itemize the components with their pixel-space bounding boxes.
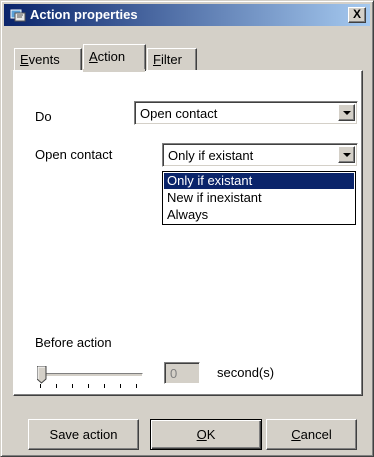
do-label: Do: [35, 109, 52, 124]
tab-filter-mnemonic: F: [153, 52, 161, 67]
title-bar[interactable]: Action properties X: [4, 4, 370, 26]
chevron-down-icon[interactable]: [338, 146, 355, 163]
active-tab-join: [83, 69, 145, 72]
close-icon[interactable]: X: [348, 7, 366, 23]
slider-thumb[interactable]: [37, 366, 47, 384]
tab-action[interactable]: Action: [83, 44, 146, 71]
cancel-label: ancel: [300, 427, 332, 442]
tab-events-mnemonic: E: [20, 52, 29, 67]
option-only-if-existant[interactable]: Only if existant: [164, 173, 354, 189]
action-properties-dialog: Action properties X Events Action Filter…: [0, 0, 374, 457]
chevron-down-icon[interactable]: [338, 104, 355, 121]
slider-tick: [120, 384, 121, 388]
cancel-mnemonic: C: [291, 427, 301, 442]
seconds-field[interactable]: 0: [164, 362, 200, 384]
slider-tick: [136, 384, 137, 388]
tab-filter[interactable]: Filter: [147, 48, 197, 70]
tab-events-label: vents: [28, 52, 60, 67]
slider-tick: [56, 384, 57, 388]
slider-tick: [104, 384, 105, 388]
seconds-unit-label: second(s): [217, 365, 275, 380]
tab-action-mnemonic: A: [89, 49, 98, 64]
option-always[interactable]: Always: [164, 207, 354, 223]
ok-label: K: [206, 427, 216, 442]
tab-action-label: ction: [97, 49, 126, 64]
open-contact-label: Open contact: [35, 147, 113, 162]
tab-filter-label: ilter: [160, 52, 182, 67]
slider-tick: [40, 384, 41, 388]
do-select[interactable]: Open contact: [134, 101, 358, 125]
do-select-value: Open contact: [140, 106, 218, 121]
cancel-button[interactable]: Cancel: [266, 419, 357, 450]
open-contact-options-list[interactable]: Only if existant New if inexistant Alway…: [162, 171, 356, 225]
ok-button[interactable]: OK: [150, 419, 262, 450]
action-tab-panel: Do Open contact Open contact Only if exi…: [13, 70, 363, 396]
window-title: Action properties: [30, 7, 138, 22]
ok-mnemonic: O: [196, 427, 207, 442]
save-action-button[interactable]: Save action: [28, 419, 139, 450]
tab-events[interactable]: Events: [14, 48, 82, 70]
slider-tick: [72, 384, 73, 388]
before-action-slider[interactable]: [37, 366, 143, 388]
open-contact-select-value: Only if existant: [168, 148, 254, 163]
app-window-icon: [10, 9, 26, 22]
slider-tick: [88, 384, 89, 388]
slider-track[interactable]: [39, 373, 143, 377]
before-action-label: Before action: [35, 335, 112, 350]
option-new-if-inexistant[interactable]: New if inexistant: [164, 190, 354, 206]
open-contact-select[interactable]: Only if existant: [162, 143, 358, 167]
